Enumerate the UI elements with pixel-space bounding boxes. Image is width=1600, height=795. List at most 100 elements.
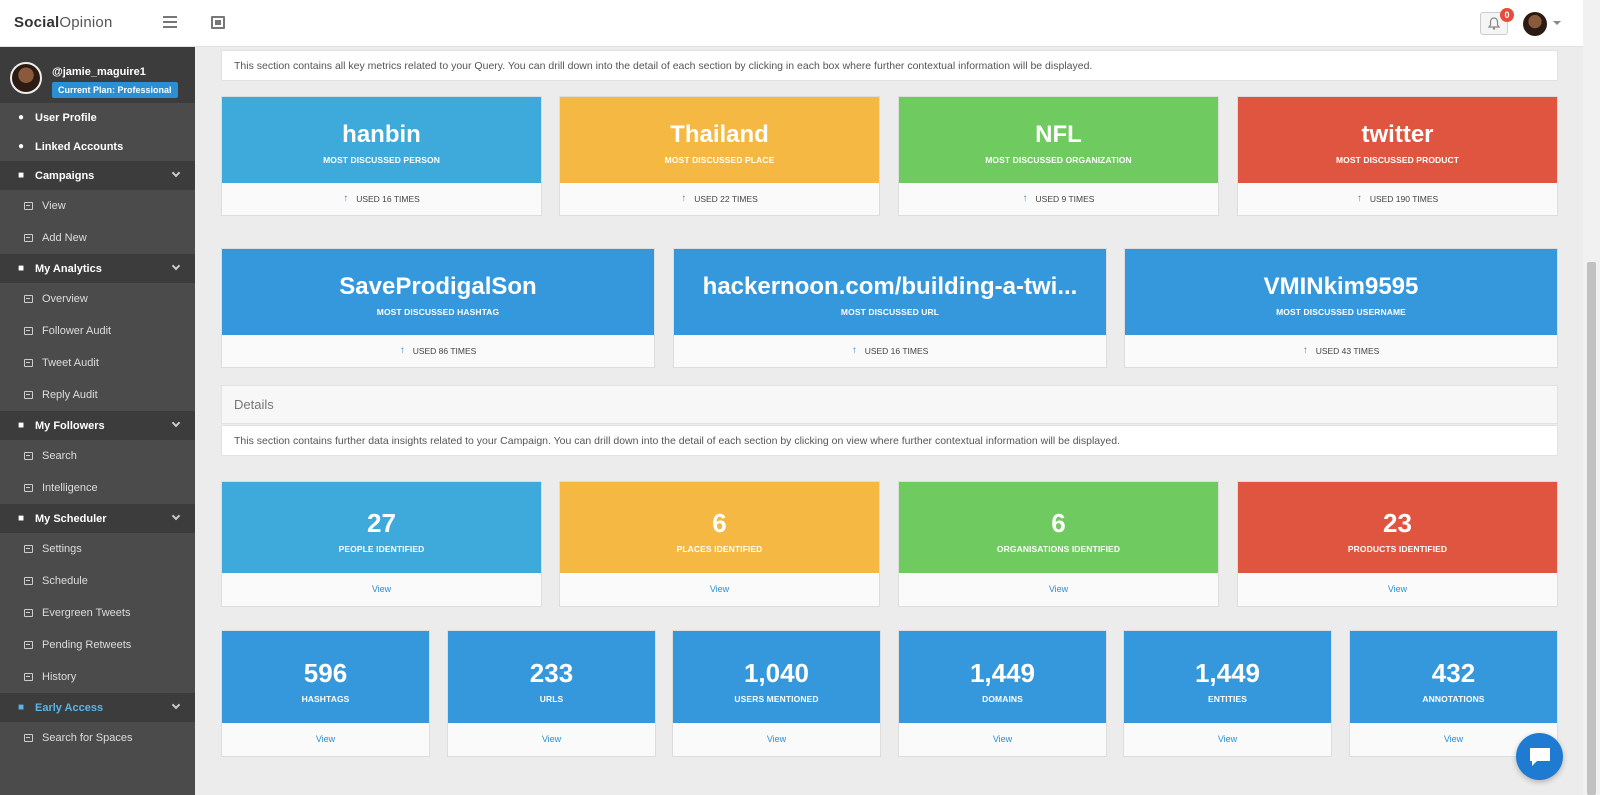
sidebar-subitem-pending-retweets[interactable]: Pending Retweets — [0, 629, 195, 661]
card-label: ORGANISATIONS IDENTIFIED — [996, 544, 1121, 554]
sidebar-subitem-history[interactable]: History — [0, 661, 195, 693]
arrow-up-icon: ↑ — [1356, 193, 1362, 204]
user-icon: ● — [17, 141, 25, 152]
metric-card-most-discussed-url[interactable]: hackernoon.com/building-a-twi... MOST DIS… — [673, 248, 1107, 368]
sidebar-subitem-reply-audit[interactable]: Reply Audit — [0, 379, 195, 411]
view-link[interactable]: View — [1049, 584, 1068, 594]
sidebar-subitem-view[interactable]: View — [0, 190, 195, 222]
sidebar-section-my-scheduler[interactable]: ■ My Scheduler — [0, 504, 195, 533]
sidebar-subitem-label: Pending Retweets — [42, 639, 132, 651]
arrow-up-icon: ↑ — [1302, 345, 1308, 356]
detail-card-domains[interactable]: 1,449 DOMAINS View — [898, 630, 1107, 757]
sidebar-subitem-settings[interactable]: Settings — [0, 533, 195, 565]
view-link[interactable]: View — [710, 584, 729, 594]
metric-card-most-discussed-place[interactable]: Thailand MOST DISCUSSED PLACE ↑ USED 22 TIM… — [559, 96, 880, 216]
chevron-down-icon[interactable] — [171, 700, 181, 710]
card-footer: View — [899, 572, 1218, 606]
metric-card-most-discussed-organization[interactable]: NFL MOST DISCUSSED ORGANIZATION ↑ USED 9 TI… — [898, 96, 1219, 216]
chevron-down-icon[interactable] — [171, 261, 181, 271]
sidebar-subitem-label: Intelligence — [42, 482, 98, 494]
view-link[interactable]: View — [993, 734, 1012, 744]
card-header: 1,449 DOMAINS — [899, 631, 1106, 723]
metric-card-most-discussed-product[interactable]: twitter MOST DISCUSSED PRODUCT ↑ USED 190 T… — [1237, 96, 1558, 216]
sidebar-subitem-label: History — [42, 671, 77, 683]
sidebar-subitem-overview[interactable]: Overview — [0, 283, 195, 315]
app-logo[interactable]: SocialOpinion — [14, 14, 113, 31]
card-value: VMINkim9595 — [1263, 273, 1419, 300]
detail-card-entities[interactable]: 1,449 ENTITIES View — [1123, 630, 1332, 757]
list-icon — [24, 452, 33, 460]
view-link[interactable]: View — [1444, 734, 1463, 744]
arrow-up-icon: ↑ — [1022, 193, 1028, 204]
sidebar-item-user-profile[interactable]: ● User Profile — [0, 103, 195, 132]
card-header: VMINkim9595 MOST DISCUSSED USERNAME — [1125, 249, 1557, 335]
view-link[interactable]: View — [1218, 734, 1237, 744]
sidebar-section-campaigns[interactable]: ■ Campaigns — [0, 161, 195, 190]
card-label: HASHTAGS — [301, 694, 350, 704]
list-icon — [24, 327, 33, 335]
card-footer-text: USED 16 TIMES — [356, 193, 420, 204]
sidebar-item-linked-accounts[interactable]: ● Linked Accounts — [0, 132, 195, 161]
sidebar-subitem-search[interactable]: Search — [0, 440, 195, 472]
detail-card-users-mentioned[interactable]: 1,040 USERS MENTIONED View — [672, 630, 881, 757]
sidebar-subitem-intelligence[interactable]: Intelligence — [0, 472, 195, 504]
metric-card-most-discussed-person[interactable]: hanbin MOST DISCUSSED PERSON ↑ USED 16 TIME… — [221, 96, 542, 216]
list-icon — [24, 641, 33, 649]
card-footer: View — [448, 722, 655, 756]
card-footer-text: USED 22 TIMES — [694, 193, 758, 204]
view-link[interactable]: View — [1388, 584, 1407, 594]
card-value: Thailand — [670, 121, 769, 148]
sidebar-subitem-evergreen-tweets[interactable]: Evergreen Tweets — [0, 597, 195, 629]
card-value: 1,040 — [743, 658, 810, 688]
card-value: 1,449 — [969, 658, 1036, 688]
card-label: ANNOTATIONS — [1422, 694, 1485, 704]
scrollbar-thumb[interactable] — [1587, 262, 1596, 795]
metric-card-most-discussed-hashtag[interactable]: SaveProdigalSon MOST DISCUSSED HASHTAG ↑ US… — [221, 248, 655, 368]
sidebar-subitem-label: Tweet Audit — [42, 357, 99, 369]
card-footer: View — [899, 722, 1106, 756]
card-footer: ↑ USED 190 TIMES — [1238, 182, 1557, 215]
sidebar-subitem-search-for-spaces[interactable]: Search for Spaces — [0, 722, 195, 754]
chat-button[interactable] — [1516, 733, 1563, 780]
view-link[interactable]: View — [767, 734, 786, 744]
card-header: 1,040 USERS MENTIONED — [673, 631, 880, 723]
card-value: 432 — [1431, 658, 1476, 688]
card-footer-text: USED 86 TIMES — [412, 345, 477, 356]
sidebar-subitem-schedule[interactable]: Schedule — [0, 565, 195, 597]
detail-card-organisations-identified[interactable]: 6 ORGANISATIONS IDENTIFIED View — [898, 481, 1219, 607]
detail-card-urls[interactable]: 233 URLS View — [447, 630, 656, 757]
bell-icon — [1488, 17, 1500, 30]
card-footer-text: USED 16 TIMES — [864, 345, 929, 356]
detail-card-products-identified[interactable]: 23 PRODUCTS IDENTIFIED View — [1237, 481, 1558, 607]
fullscreen-icon[interactable] — [211, 16, 225, 29]
view-link[interactable]: View — [316, 734, 335, 744]
detail-card-people-identified[interactable]: 27 PEOPLE IDENTIFIED View — [221, 481, 542, 607]
sidebar-subitem-follower-audit[interactable]: Follower Audit — [0, 315, 195, 347]
sidebar-subitem-add-new[interactable]: Add New — [0, 222, 195, 254]
user-avatar[interactable] — [1523, 12, 1547, 36]
details-text: This section contains further data insig… — [221, 425, 1558, 456]
card-footer: View — [673, 722, 880, 756]
sidebar-subitem-label: View — [42, 200, 66, 212]
sidebar-section-early-access[interactable]: ■ Early Access — [0, 693, 195, 722]
metric-card-most-discussed-username[interactable]: VMINkim9595 MOST DISCUSSED USERNAME ↑ USED … — [1124, 248, 1558, 368]
card-footer: ↑ USED 22 TIMES — [560, 182, 879, 215]
view-link[interactable]: View — [372, 584, 391, 594]
sidebar-section-my-analytics[interactable]: ■ My Analytics — [0, 254, 195, 283]
sidebar-subitem-label: Reply Audit — [42, 389, 98, 401]
notification-count-badge: 0 — [1500, 8, 1514, 22]
detail-card-hashtags[interactable]: 596 HASHTAGS View — [221, 630, 430, 757]
hamburger-menu-icon[interactable] — [163, 16, 177, 28]
sidebar-section-my-followers[interactable]: ■ My Followers — [0, 411, 195, 440]
sidebar-subitem-tweet-audit[interactable]: Tweet Audit — [0, 347, 195, 379]
card-label: ENTITIES — [1207, 694, 1248, 704]
chevron-down-icon[interactable] — [171, 168, 181, 178]
scrollbar[interactable] — [1583, 0, 1600, 795]
card-header: 432 ANNOTATIONS — [1350, 631, 1557, 723]
chevron-down-icon[interactable] — [171, 418, 181, 428]
chevron-down-icon[interactable] — [1553, 21, 1561, 25]
detail-card-places-identified[interactable]: 6 PLACES IDENTIFIED View — [559, 481, 880, 607]
chevron-down-icon[interactable] — [171, 511, 181, 521]
card-value: twitter — [1361, 121, 1434, 148]
view-link[interactable]: View — [542, 734, 561, 744]
